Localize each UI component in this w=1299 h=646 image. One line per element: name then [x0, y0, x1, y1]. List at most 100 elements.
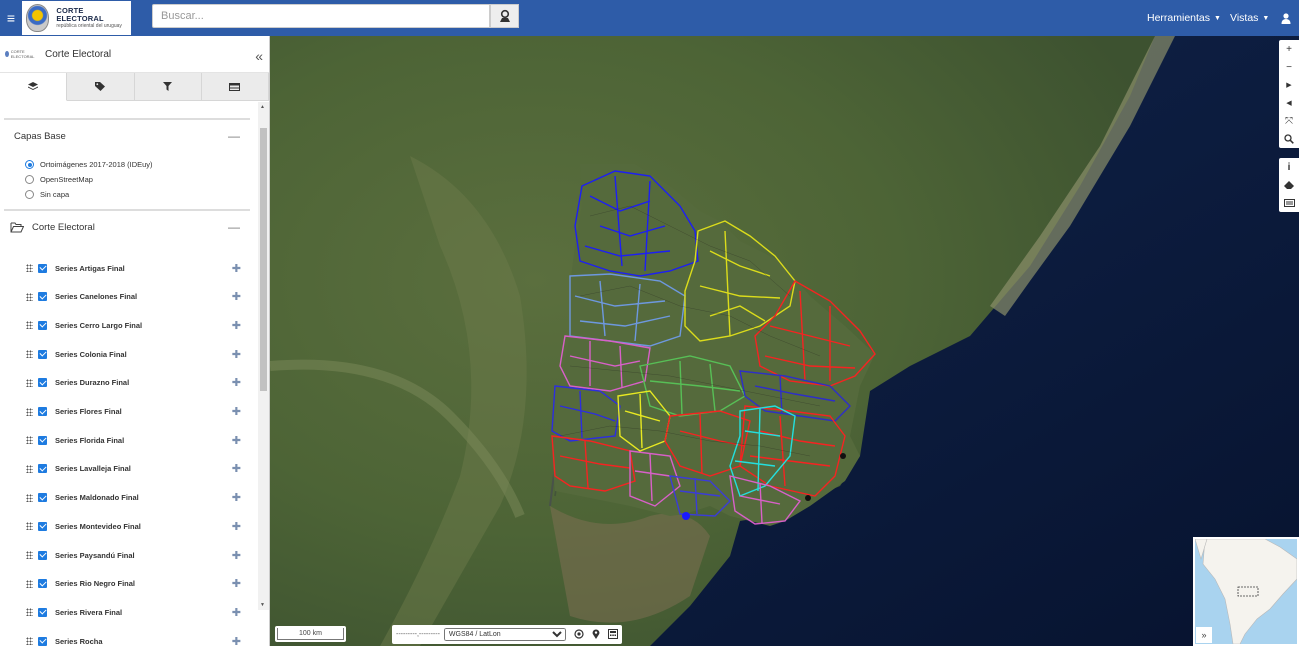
tab-filter[interactable]: [134, 73, 202, 101]
hamburger-menu-icon[interactable]: ≡: [0, 0, 22, 36]
checkbox-checked-icon[interactable]: [38, 435, 47, 445]
expand-plus-icon[interactable]: ✚: [232, 348, 241, 361]
calculator-icon[interactable]: [607, 628, 618, 641]
expand-plus-icon[interactable]: ✚: [232, 405, 241, 418]
drag-handle-icon[interactable]: [26, 292, 33, 301]
pan-right-icon[interactable]: ▶: [1279, 76, 1299, 94]
expand-plus-icon[interactable]: ✚: [232, 491, 241, 504]
scroll-down-icon[interactable]: ▼: [260, 602, 265, 608]
drag-handle-icon[interactable]: [26, 350, 33, 359]
checkbox-checked-icon[interactable]: [38, 493, 47, 503]
expand-plus-icon[interactable]: ✚: [232, 606, 241, 619]
base-layer-option-none[interactable]: Sin capa: [25, 190, 69, 199]
folder-open-icon: [10, 222, 24, 232]
overview-toggle-button[interactable]: »: [1196, 627, 1212, 643]
layer-item[interactable]: Series Cerro Largo Final ✚: [26, 317, 246, 333]
coordinates-readout: ---------,---------: [396, 631, 440, 638]
zoom-in-icon[interactable]: +: [1279, 40, 1299, 58]
layer-item[interactable]: Series Rivera Final ✚: [26, 604, 246, 620]
drag-handle-icon[interactable]: [26, 436, 33, 445]
checkbox-checked-icon[interactable]: [38, 349, 47, 359]
eraser-icon[interactable]: [1279, 176, 1299, 194]
layer-item[interactable]: Series Rio Negro Final ✚: [26, 576, 246, 592]
layer-item[interactable]: Series Lavalleja Final ✚: [26, 461, 246, 477]
checkbox-checked-icon[interactable]: [38, 320, 47, 330]
zoom-extent-icon[interactable]: [1279, 130, 1299, 148]
layer-item[interactable]: Series Flores Final ✚: [26, 404, 246, 420]
layer-item[interactable]: Series Artigas Final ✚: [26, 260, 246, 276]
layer-item[interactable]: Series Florida Final ✚: [26, 432, 246, 448]
scrollbar-thumb[interactable]: [260, 128, 267, 391]
tools-menu[interactable]: Herramientas ▼: [1147, 0, 1221, 36]
expand-plus-icon[interactable]: ✚: [232, 577, 241, 590]
collapse-sidebar-icon[interactable]: «: [255, 48, 263, 64]
zoom-out-icon[interactable]: −: [1279, 58, 1299, 76]
views-menu[interactable]: Vistas ▼: [1230, 0, 1269, 36]
fullscreen-icon[interactable]: ⤧: [1279, 112, 1299, 130]
info-icon[interactable]: i: [1279, 158, 1299, 176]
search-input[interactable]: [152, 4, 490, 28]
layer-item[interactable]: Series Rocha ✚: [26, 633, 246, 646]
search-location-button[interactable]: [490, 4, 519, 28]
layer-item[interactable]: Series Durazno Final ✚: [26, 375, 246, 391]
drag-handle-icon[interactable]: [26, 637, 33, 646]
collapse-minus-icon[interactable]: —: [228, 220, 240, 234]
logo-subtitle: república oriental del uruguay: [56, 23, 122, 29]
collapse-minus-icon[interactable]: —: [228, 129, 240, 143]
base-layer-option-ortho[interactable]: Ortoimágenes 2017-2018 (IDEuy): [25, 160, 153, 169]
drag-handle-icon[interactable]: [26, 407, 33, 416]
expand-plus-icon[interactable]: ✚: [232, 549, 241, 562]
expand-plus-icon[interactable]: ✚: [232, 462, 241, 475]
drag-handle-icon[interactable]: [26, 608, 33, 617]
drag-handle-icon[interactable]: [26, 264, 33, 272]
projection-select[interactable]: WGS84 / LatLon: [443, 628, 566, 641]
checkbox-checked-icon[interactable]: [38, 607, 47, 617]
layer-item[interactable]: Series Montevideo Final ✚: [26, 518, 246, 534]
locate-icon[interactable]: [574, 628, 584, 641]
views-menu-label: Vistas: [1230, 12, 1259, 24]
tab-layers[interactable]: [0, 73, 68, 101]
corte-electoral-logo[interactable]: CORTE ELECTORAL república oriental del u…: [22, 1, 131, 35]
expand-plus-icon[interactable]: ✚: [232, 376, 241, 389]
layer-item[interactable]: Series Colonia Final ✚: [26, 346, 246, 362]
drag-handle-icon[interactable]: [26, 522, 33, 531]
map-canvas[interactable]: [270, 36, 1299, 646]
expand-plus-icon[interactable]: ✚: [232, 290, 241, 303]
checkbox-checked-icon[interactable]: [38, 550, 47, 560]
drag-handle-icon[interactable]: [26, 321, 33, 330]
legend-card-icon[interactable]: [1279, 194, 1299, 212]
drag-handle-icon[interactable]: [26, 579, 33, 588]
checkbox-checked-icon[interactable]: [38, 263, 47, 273]
expand-plus-icon[interactable]: ✚: [232, 520, 241, 533]
expand-plus-icon[interactable]: ✚: [232, 635, 241, 646]
checkbox-checked-icon[interactable]: [38, 292, 47, 302]
map-toolbar: + − ▶ ◀ ⤧: [1279, 40, 1299, 148]
drag-handle-icon[interactable]: [26, 378, 33, 387]
checkbox-checked-icon[interactable]: [38, 636, 47, 646]
base-layers-header[interactable]: Capas Base —: [4, 118, 250, 152]
checkbox-checked-icon[interactable]: [38, 579, 47, 589]
expand-plus-icon[interactable]: ✚: [232, 319, 241, 332]
drag-handle-icon[interactable]: [26, 493, 33, 502]
checkbox-checked-icon[interactable]: [38, 407, 47, 416]
map-marker-icon[interactable]: [592, 628, 600, 641]
tab-table[interactable]: [201, 73, 269, 101]
layer-item[interactable]: Series Paysandú Final ✚: [26, 547, 246, 563]
scroll-up-icon[interactable]: ▲: [260, 104, 265, 110]
checkbox-checked-icon[interactable]: [38, 464, 47, 474]
base-layer-option-osm[interactable]: OpenStreetMap: [25, 175, 93, 184]
expand-plus-icon[interactable]: ✚: [232, 434, 241, 447]
drag-handle-icon[interactable]: [26, 551, 33, 559]
checkbox-checked-icon[interactable]: [38, 378, 47, 388]
layer-list[interactable]: Capas Base — Ortoimágenes 2017-2018 (IDE…: [0, 102, 258, 646]
layer-item[interactable]: Series Canelones Final ✚: [26, 289, 246, 305]
pan-left-icon[interactable]: ◀: [1279, 94, 1299, 112]
layer-item[interactable]: Series Maldonado Final ✚: [26, 490, 246, 506]
expand-plus-icon[interactable]: ✚: [232, 262, 241, 275]
sidebar-scrollbar[interactable]: ▲ ▼: [258, 102, 269, 610]
group-header-corte-electoral[interactable]: Corte Electoral —: [4, 209, 250, 243]
user-icon[interactable]: [1281, 0, 1291, 36]
tab-tags[interactable]: [67, 73, 135, 101]
drag-handle-icon[interactable]: [26, 464, 33, 473]
checkbox-checked-icon[interactable]: [38, 521, 47, 531]
